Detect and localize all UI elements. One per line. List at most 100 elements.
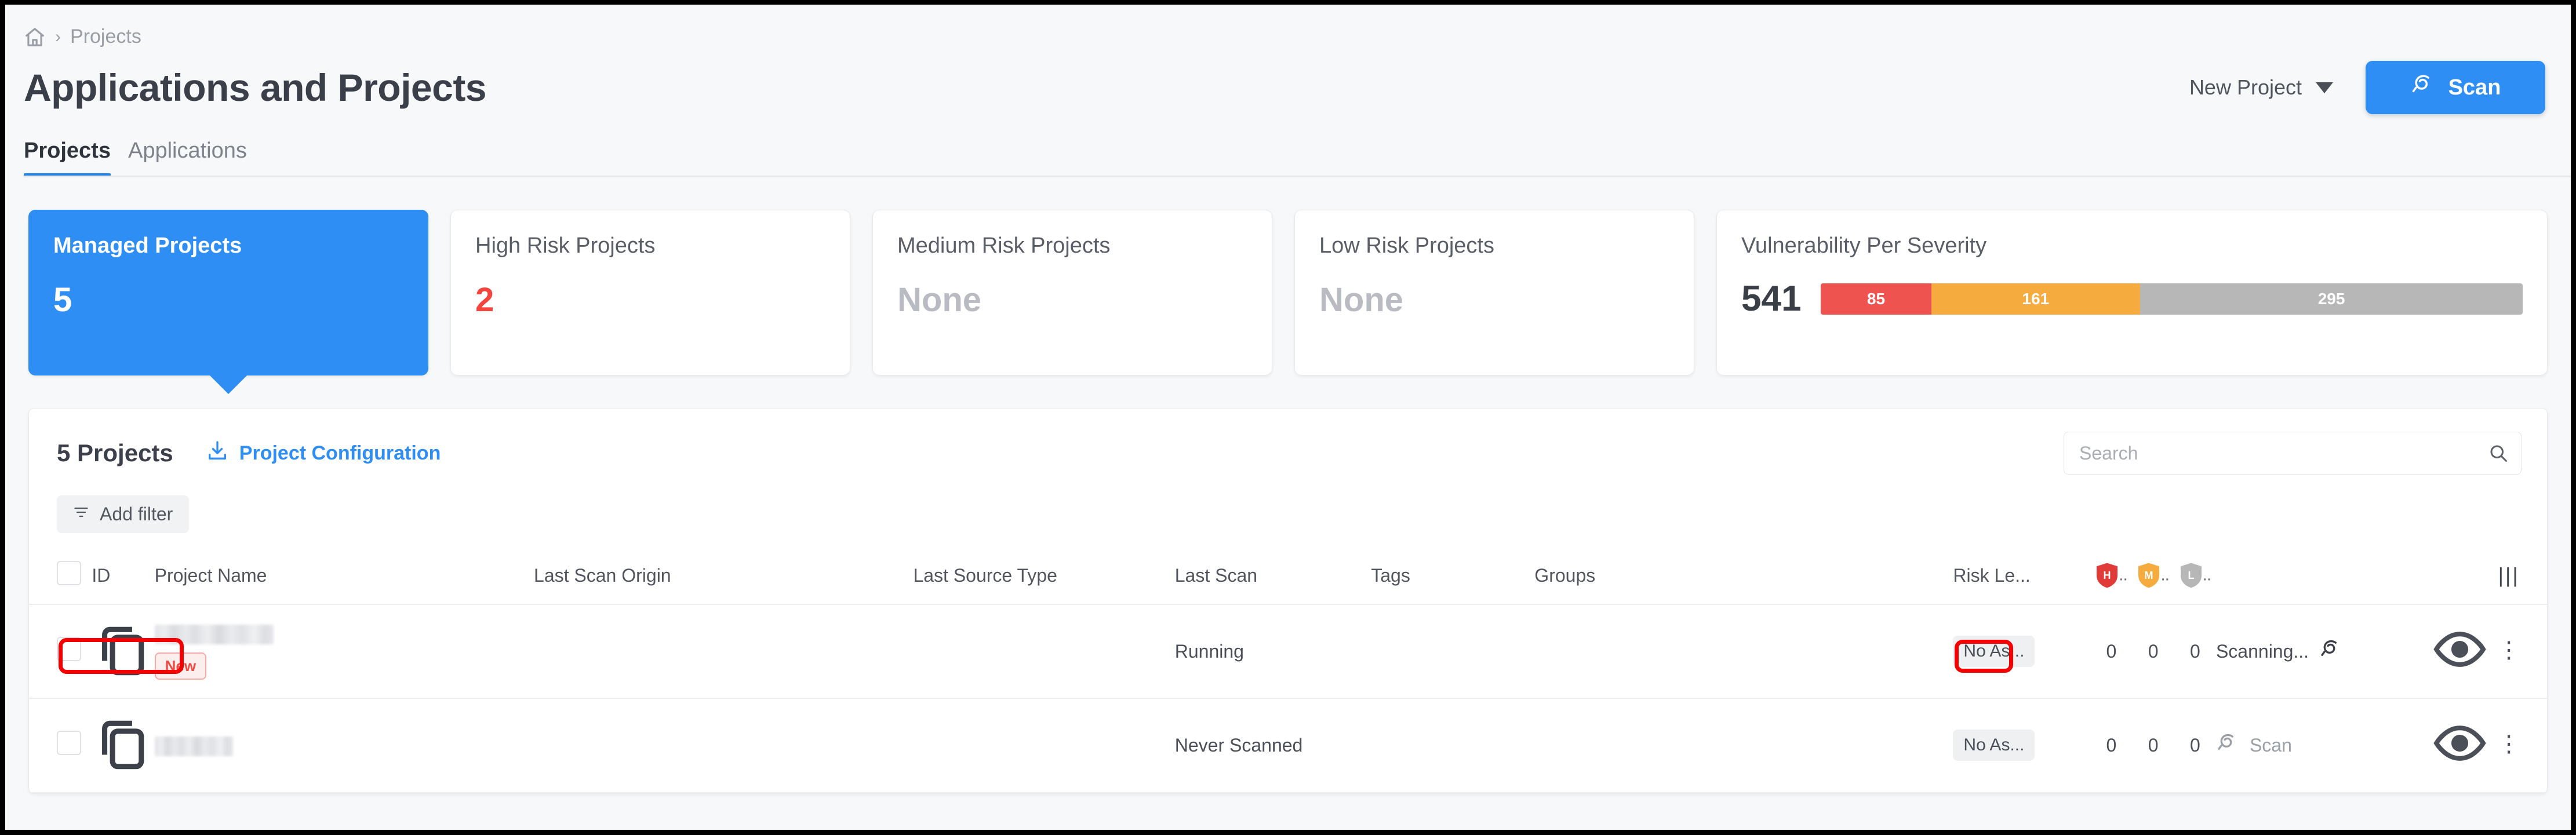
select-all-checkbox[interactable] <box>57 561 81 585</box>
search-input[interactable] <box>2064 432 2522 475</box>
card-medium-risk-projects[interactable]: Medium Risk Projects None <box>872 210 1272 375</box>
card-managed-projects-label: Managed Projects <box>53 234 242 258</box>
row-id-cell <box>92 698 155 793</box>
eye-icon[interactable] <box>2432 631 2488 681</box>
severity-segment-medium[interactable]: 161 <box>1931 283 2141 315</box>
scan-button-label: Scan <box>2448 75 2501 100</box>
project-configuration-label: Project Configuration <box>239 442 441 464</box>
panel-toolbar-left: 5 Projects Project Configuration <box>57 439 441 468</box>
shield-low-icon: L <box>2180 562 2203 589</box>
projects-table-body: New Running No As... 0 0 0 Scanning... ⋮… <box>29 604 2547 793</box>
row-last-scan: Running <box>1174 604 1371 699</box>
breadcrumb-current[interactable]: Projects <box>70 25 141 48</box>
col-severity-medium[interactable]: M .. <box>2132 550 2174 605</box>
row-last-scan-origin <box>534 604 914 699</box>
row-action-cell: Scanning... <box>2215 604 2432 699</box>
row-severity-high: 0 <box>2090 698 2133 793</box>
tab-applications[interactable]: Applications <box>128 138 264 177</box>
row-last-scan-origin <box>534 698 914 793</box>
filter-row: Add filter <box>29 475 2547 533</box>
card-high-risk-projects[interactable]: High Risk Projects 2 <box>450 210 850 375</box>
copy-icon[interactable] <box>92 721 154 779</box>
col-severity-high[interactable]: H .. <box>2090 550 2133 605</box>
col-severity-high-suffix: .. <box>2119 565 2128 585</box>
panel-toolbar: 5 Projects Project Configuration <box>29 409 2547 475</box>
card-vulnerability-per-severity[interactable]: Vulnerability Per Severity 541 85 161 29… <box>1716 210 2548 375</box>
status-badge: No As... <box>1953 636 2035 668</box>
row-severity-low: 0 <box>2174 604 2216 699</box>
col-severity-medium-suffix: .. <box>2160 565 2170 585</box>
card-low-risk-projects[interactable]: Low Risk Projects None <box>1294 210 1694 375</box>
scanning-status[interactable]: Scanning... <box>2216 637 2342 665</box>
home-icon[interactable] <box>24 26 46 48</box>
col-groups[interactable]: Groups <box>1534 550 1953 605</box>
scan-button[interactable]: Scan <box>2366 61 2545 114</box>
tab-projects[interactable]: Projects <box>24 138 128 177</box>
breadcrumb-separator: › <box>55 27 61 46</box>
card-low-risk-projects-label: Low Risk Projects <box>1319 234 1494 258</box>
card-managed-projects[interactable]: Managed Projects 5 <box>28 210 428 394</box>
status-badge: No As... <box>1953 730 2035 761</box>
download-icon <box>206 439 229 468</box>
col-select-all <box>29 550 92 605</box>
row-severity-high: 0 <box>2090 604 2133 699</box>
shield-high-icon: H <box>2095 562 2119 589</box>
row-project-name-cell[interactable]: New <box>154 604 534 699</box>
col-actions <box>2215 550 2432 605</box>
row-visibility-cell <box>2432 604 2488 699</box>
col-last-scan[interactable]: Last Scan <box>1174 550 1371 605</box>
col-project-name[interactable]: Project Name <box>154 550 534 605</box>
title-row: Applications and Projects New Project Sc… <box>5 48 2571 114</box>
projects-count: 5 Projects <box>57 439 173 466</box>
svg-text:H: H <box>2104 570 2111 581</box>
copy-icon[interactable] <box>92 626 154 684</box>
filter-icon <box>73 504 89 525</box>
row-checkbox[interactable] <box>57 731 81 756</box>
svg-text:L: L <box>2188 570 2194 581</box>
severity-total: 541 <box>1741 279 1802 319</box>
search-box <box>2064 432 2522 475</box>
add-filter-button[interactable]: Add filter <box>57 495 190 533</box>
card-medium-risk-projects-value: None <box>897 281 981 319</box>
col-last-scan-origin[interactable]: Last Scan Origin <box>534 550 914 605</box>
scan-progress-icon <box>2319 637 2342 665</box>
new-project-label: New Project <box>2189 75 2302 99</box>
new-project-dropdown[interactable]: New Project <box>2189 75 2333 100</box>
row-groups <box>1534 698 1953 793</box>
col-column-settings: ||| <box>2488 550 2547 605</box>
row-checkbox[interactable] <box>57 637 81 662</box>
table-row[interactable]: Never Scanned No As... 0 0 0 Scan ⋮ <box>29 698 2547 793</box>
col-tags[interactable]: Tags <box>1371 550 1535 605</box>
kebab-menu-icon[interactable]: ⋮ <box>2497 731 2520 757</box>
header-actions: New Project Scan <box>2189 61 2545 114</box>
project-configuration-link[interactable]: Project Configuration <box>206 439 441 468</box>
card-medium-risk-projects-label: Medium Risk Projects <box>897 234 1111 258</box>
card-high-risk-projects-value: 2 <box>475 281 494 319</box>
col-risk-level[interactable]: Risk Le... <box>1953 550 2091 605</box>
row-severity-medium: 0 <box>2132 604 2174 699</box>
scan-action[interactable]: Scan <box>2216 731 2292 759</box>
scan-icon <box>2216 731 2239 759</box>
search-icon[interactable] <box>2488 443 2509 464</box>
col-severity-low-suffix: .. <box>2202 565 2212 585</box>
shield-medium-icon: M <box>2137 562 2160 589</box>
scan-spiral-icon <box>2410 72 2436 103</box>
col-last-source-type[interactable]: Last Source Type <box>913 550 1175 605</box>
page-title: Applications and Projects <box>24 66 487 109</box>
col-severity-low[interactable]: L .. <box>2174 550 2216 605</box>
row-id-cell <box>92 604 155 699</box>
severity-segment-low[interactable]: 295 <box>2140 283 2523 315</box>
table-header-row: ID Project Name Last Scan Origin Last So… <box>29 550 2547 605</box>
kebab-menu-icon[interactable]: ⋮ <box>2497 637 2520 663</box>
page-header: › Projects Applications and Projects New… <box>5 5 2571 177</box>
row-project-name-cell[interactable] <box>154 698 534 793</box>
kpi-card-row: Managed Projects 5 High Risk Projects 2 … <box>5 177 2571 394</box>
row-groups <box>1534 604 1953 699</box>
row-last-source-type <box>913 698 1175 793</box>
eye-icon[interactable] <box>2432 725 2488 775</box>
col-id[interactable]: ID <box>92 550 155 605</box>
card-low-risk-projects-value: None <box>1319 281 1403 319</box>
table-row[interactable]: New Running No As... 0 0 0 Scanning... ⋮ <box>29 604 2547 699</box>
columns-icon[interactable]: ||| <box>2498 563 2520 587</box>
severity-segment-high[interactable]: 85 <box>1821 283 1931 315</box>
